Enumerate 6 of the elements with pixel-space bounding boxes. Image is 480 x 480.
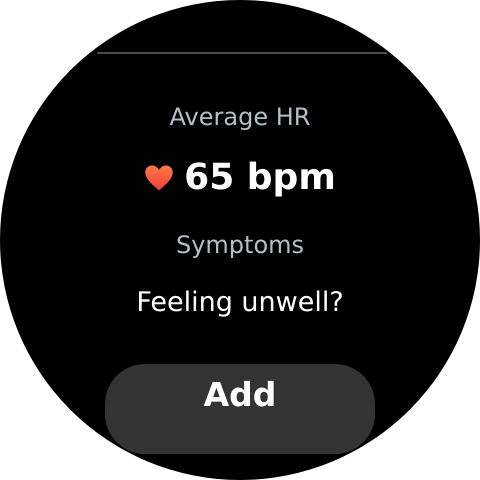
symptoms-prompt: Feeling unwell?: [136, 286, 344, 320]
heart-icon: [144, 164, 174, 192]
average-hr-label: Average HR: [170, 102, 310, 132]
add-button[interactable]: Add: [105, 364, 375, 454]
symptoms-label: Symptoms: [176, 230, 304, 260]
heart-rate-value: 65 bpm: [184, 156, 336, 200]
